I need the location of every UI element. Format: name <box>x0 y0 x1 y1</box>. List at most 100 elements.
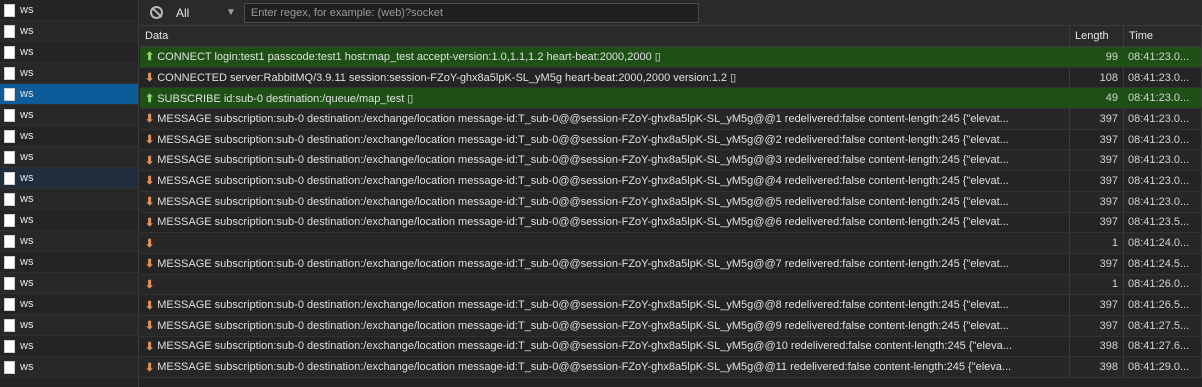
chevron-down-icon[interactable]: ▼ <box>226 7 236 18</box>
document-icon <box>4 297 15 311</box>
message-data-cell: ⬇ MESSAGE subscription:sub-0 destination:… <box>140 357 1070 377</box>
arrow-down-icon: ⬇ <box>145 258 155 271</box>
message-length: 398 <box>1070 336 1124 357</box>
request-item[interactable]: ws <box>0 21 138 42</box>
message-row[interactable]: ⬇ MESSAGE subscription:sub-0 destination:… <box>140 171 1202 192</box>
message-length: 397 <box>1070 129 1124 150</box>
request-item[interactable]: ws <box>0 252 138 273</box>
message-row[interactable]: ⬇ CONNECTED server:RabbitMQ/3.9.11 sessio… <box>140 67 1202 89</box>
message-data-cell: ⬇ MESSAGE subscription:sub-0 destination:… <box>140 336 1070 357</box>
message-row[interactable]: ⬇ MESSAGE subscription:sub-0 destination:… <box>140 336 1202 358</box>
message-length: 397 <box>1070 150 1124 171</box>
message-row[interactable]: ⬇ 1 08:41:24.0... <box>140 233 1202 254</box>
header-length[interactable]: Length <box>1070 26 1124 46</box>
message-row[interactable]: ⬇ MESSAGE subscription:sub-0 destination:… <box>140 191 1202 213</box>
request-name: ws <box>20 151 34 163</box>
message-time: 08:41:23.0... <box>1124 150 1202 171</box>
message-row[interactable]: ⬇ MESSAGE subscription:sub-0 destination:… <box>140 357 1202 378</box>
request-item[interactable]: ws <box>0 294 138 315</box>
request-name: ws <box>20 319 34 331</box>
message-row[interactable]: ⬇ 1 08:41:26.0... <box>140 274 1202 296</box>
arrow-down-icon: ⬇ <box>145 154 155 167</box>
request-name: ws <box>20 130 34 142</box>
message-text: MESSAGE subscription:sub-0 destination:/… <box>157 216 1009 229</box>
request-name: ws <box>20 214 34 226</box>
request-name: ws <box>20 88 34 100</box>
message-text: MESSAGE subscription:sub-0 destination:/… <box>157 133 1009 146</box>
message-data-cell: ⬇ MESSAGE subscription:sub-0 destination:… <box>140 315 1070 336</box>
message-text: MESSAGE subscription:sub-0 destination:/… <box>157 340 1012 353</box>
request-item[interactable]: ws <box>0 210 138 231</box>
message-length: 397 <box>1070 191 1124 212</box>
message-text: MESSAGE subscription:sub-0 destination:/… <box>157 257 1009 270</box>
message-row[interactable]: ⬇ MESSAGE subscription:sub-0 destination:… <box>140 295 1202 316</box>
clear-icon[interactable] <box>150 6 163 19</box>
request-item[interactable]: ws <box>0 63 138 84</box>
request-item[interactable]: ws <box>0 105 138 126</box>
message-time: 08:41:27.6... <box>1124 336 1202 357</box>
message-length: 1 <box>1070 233 1124 253</box>
request-item[interactable]: ws <box>0 126 138 147</box>
request-item[interactable]: ws <box>0 315 138 336</box>
arrow-down-icon: ⬇ <box>145 72 155 85</box>
document-icon <box>4 24 15 38</box>
message-data-cell: ⬇ MESSAGE subscription:sub-0 destination:… <box>140 212 1070 233</box>
message-data-cell: ⬇ <box>140 233 1070 253</box>
request-name: ws <box>20 46 34 58</box>
request-name: ws <box>20 277 34 289</box>
request-item[interactable]: ws <box>0 0 138 21</box>
message-data-cell: ⬇ MESSAGE subscription:sub-0 destination:… <box>140 253 1070 274</box>
document-icon <box>4 45 15 59</box>
websocket-messages-panel: All ▼ Data Length Time ⬆CONNECT login:te… <box>140 0 1202 387</box>
filter-type-select[interactable]: All <box>176 6 218 20</box>
message-time: 08:41:23.0... <box>1124 171 1202 191</box>
document-icon <box>4 318 15 332</box>
message-row[interactable]: ⬇ MESSAGE subscription:sub-0 destination:… <box>140 150 1202 172</box>
arrow-down-icon: ⬇ <box>145 237 155 250</box>
message-row[interactable]: ⬇ MESSAGE subscription:sub-0 destination:… <box>140 253 1202 275</box>
document-icon <box>4 339 15 353</box>
document-icon <box>4 3 15 17</box>
message-text: CONNECT login:test1 passcode:test1 host:… <box>157 51 661 64</box>
header-time[interactable]: Time <box>1124 26 1202 46</box>
request-name: ws <box>20 340 34 352</box>
document-icon <box>4 213 15 227</box>
request-item[interactable]: ws <box>0 84 138 105</box>
message-time: 08:41:23.5... <box>1124 212 1202 233</box>
message-row[interactable]: ⬇ MESSAGE subscription:sub-0 destination:… <box>140 109 1202 130</box>
request-item[interactable]: ws <box>0 42 138 63</box>
arrow-down-icon: ⬇ <box>145 299 155 312</box>
document-icon <box>4 360 15 374</box>
header-data[interactable]: Data <box>140 26 1070 46</box>
message-time: 08:41:26.5... <box>1124 295 1202 315</box>
document-icon <box>4 87 15 101</box>
message-row[interactable]: ⬇ MESSAGE subscription:sub-0 destination:… <box>140 315 1202 337</box>
messages-toolbar: All ▼ <box>140 0 1202 26</box>
regex-filter-input[interactable] <box>243 2 699 23</box>
request-item[interactable]: ws <box>0 231 138 252</box>
message-time: 08:41:24.5... <box>1124 253 1202 274</box>
message-data-cell: ⬇ MESSAGE subscription:sub-0 destination:… <box>140 129 1070 150</box>
request-item[interactable]: ws <box>0 273 138 294</box>
document-icon <box>4 255 15 269</box>
arrow-down-icon: ⬇ <box>145 278 155 291</box>
request-item[interactable]: ws <box>0 147 138 168</box>
message-data-cell: ⬆ CONNECT login:test1 passcode:test1 host… <box>140 47 1070 67</box>
message-row[interactable]: ⬆ SUBSCRIBE id:sub-0 destination:/queue/m… <box>140 88 1202 110</box>
message-time: 08:41:23.0... <box>1124 109 1202 129</box>
document-icon <box>4 276 15 290</box>
request-item[interactable]: ws <box>0 336 138 357</box>
arrow-down-icon: ⬇ <box>145 134 155 147</box>
message-row[interactable]: ⬇ MESSAGE subscription:sub-0 destination:… <box>140 129 1202 151</box>
request-item[interactable]: ws <box>0 357 138 378</box>
request-item[interactable]: ws <box>0 189 138 210</box>
message-data-cell: ⬇ MESSAGE subscription:sub-0 destination:… <box>140 295 1070 315</box>
message-row[interactable]: ⬆ CONNECT login:test1 passcode:test1 host… <box>140 47 1202 68</box>
message-text: MESSAGE subscription:sub-0 destination:/… <box>157 361 1012 374</box>
message-row[interactable]: ⬇ MESSAGE subscription:sub-0 destination:… <box>140 212 1202 234</box>
document-icon <box>4 66 15 80</box>
message-data-cell: ⬇ MESSAGE subscription:sub-0 destination:… <box>140 191 1070 212</box>
message-time: 08:41:23.0... <box>1124 47 1202 67</box>
arrow-up-icon: ⬆ <box>145 92 155 105</box>
request-item[interactable]: ws <box>0 168 138 189</box>
